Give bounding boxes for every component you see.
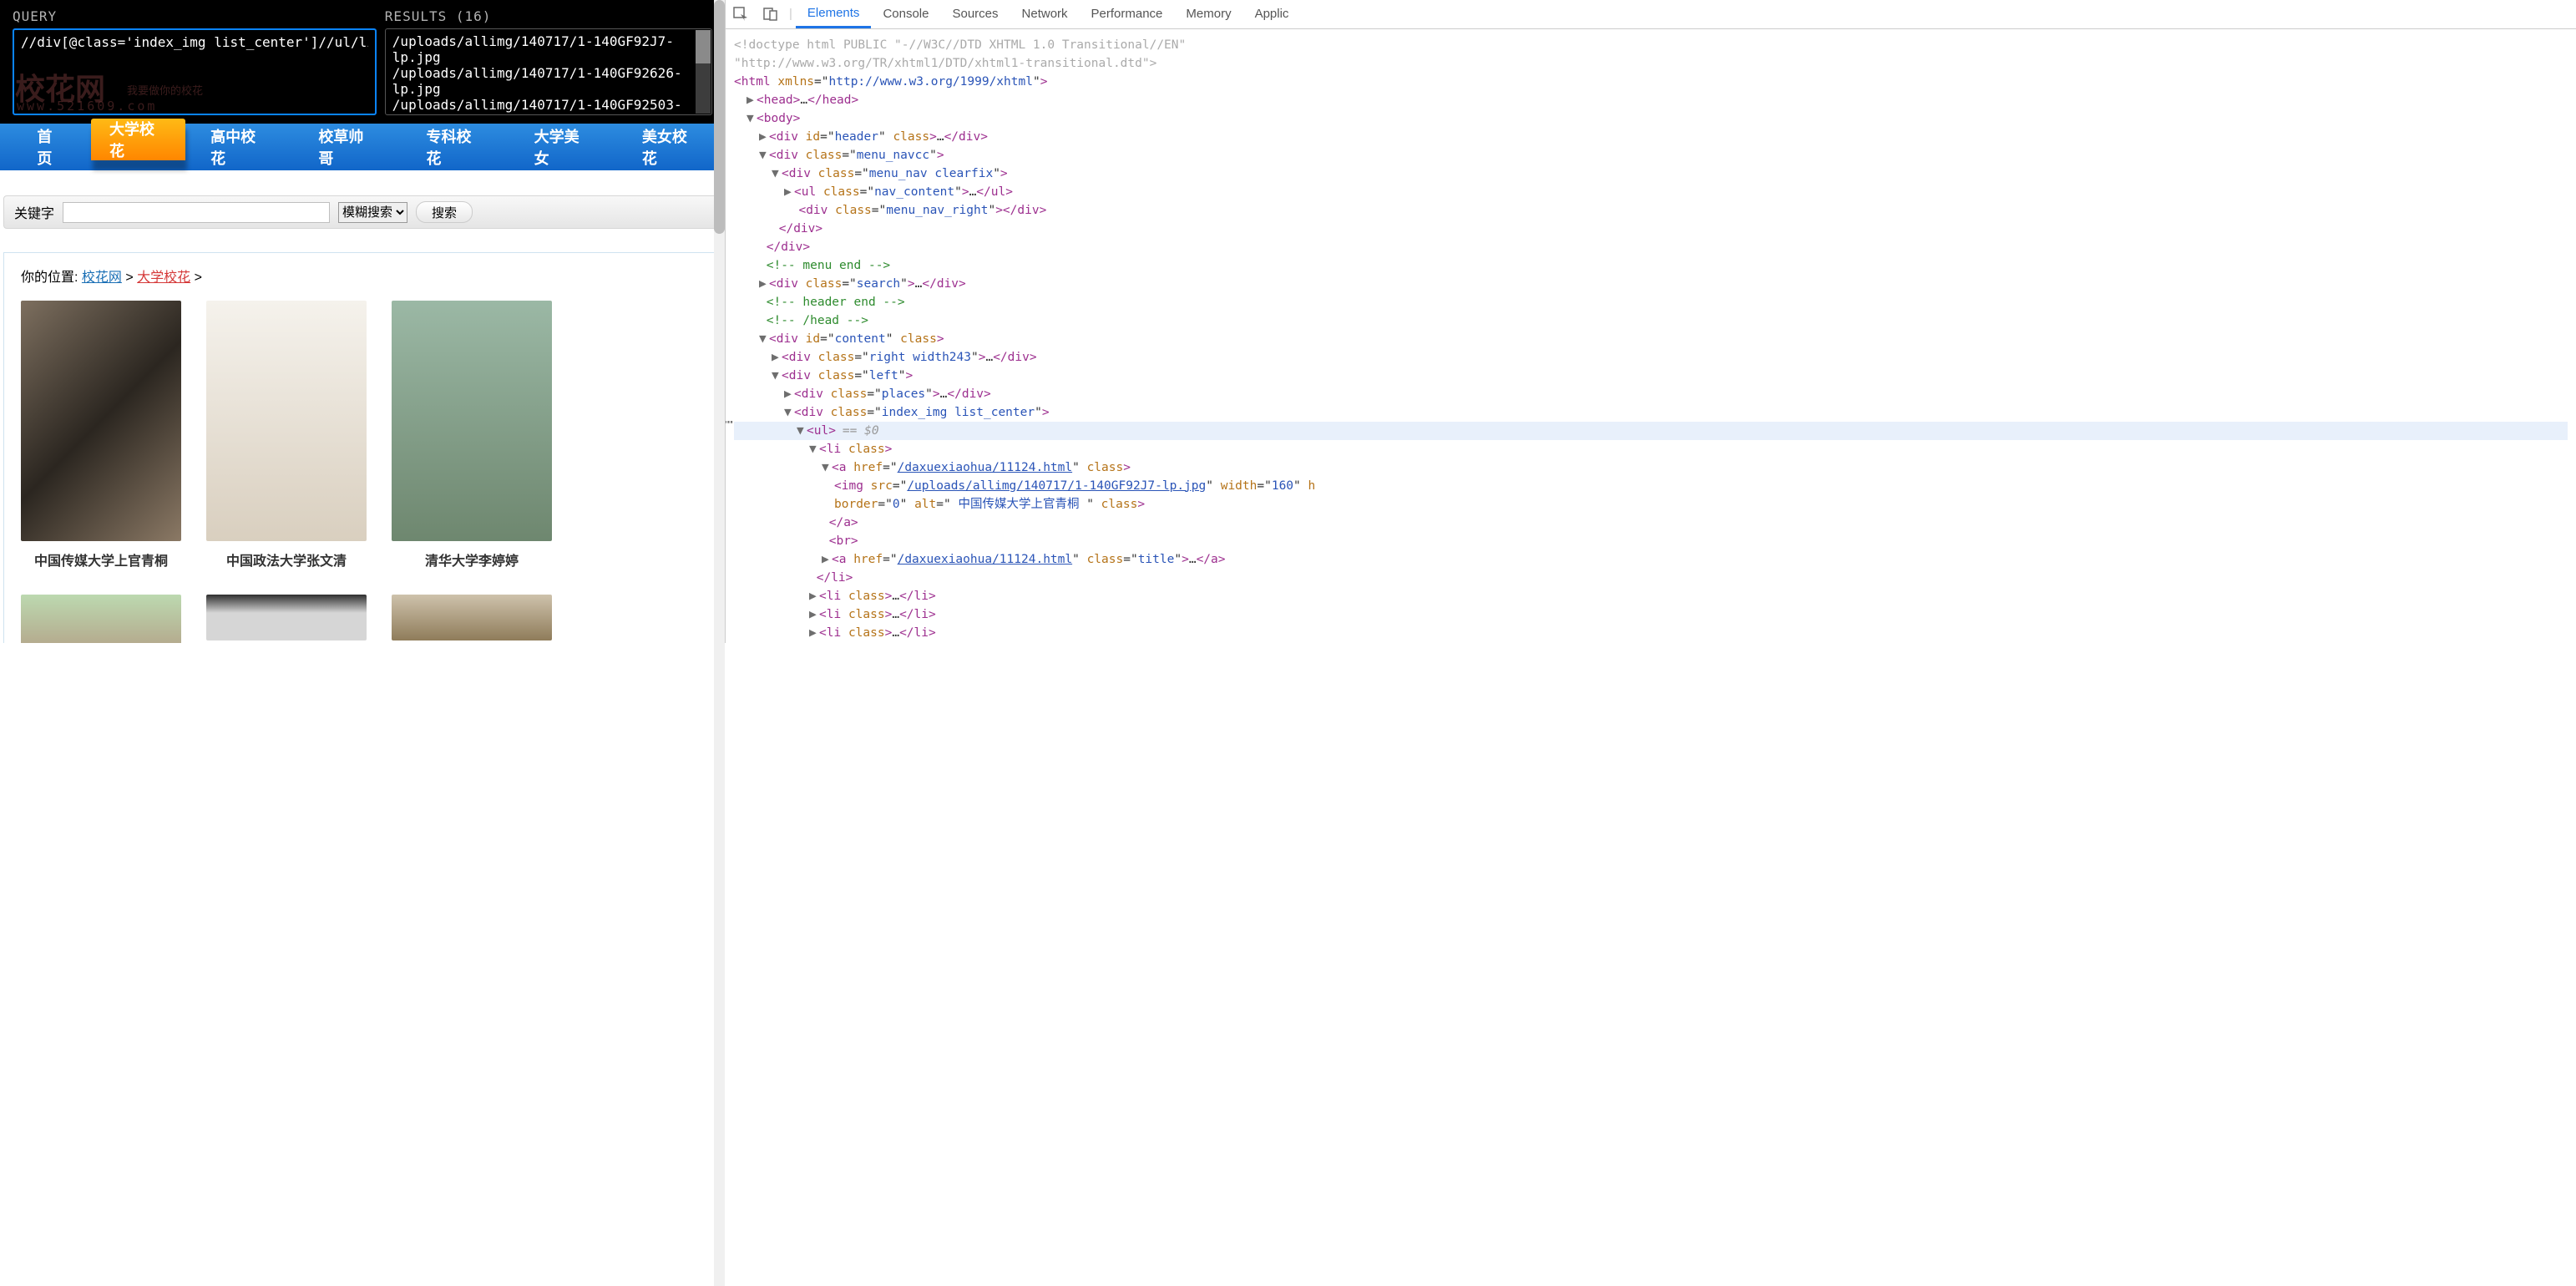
nav-item[interactable]: 美女校花 — [617, 124, 725, 170]
dom-node[interactable]: ▶<head>…</head> — [734, 91, 2568, 109]
thumb-caption[interactable]: 中国传媒大学上官青桐 — [21, 549, 181, 570]
keyword-label: 关键字 — [14, 202, 54, 222]
tab-memory[interactable]: Memory — [1174, 0, 1242, 28]
results-scrollbar[interactable] — [696, 30, 711, 114]
thumb-caption[interactable]: 中国政法大学张文清 — [206, 549, 367, 570]
xpath-bar: 校花网 我要做你的校花 www.521609.com QUERY RESULTS… — [0, 0, 725, 124]
breadcrumb-prefix: 你的位置: — [21, 271, 78, 285]
dom-node[interactable]: ▶<div class="right width243">…</div> — [734, 348, 2568, 367]
grid-item: 中国传媒大学上官青桐 — [21, 301, 181, 570]
dom-node[interactable]: </a> — [734, 514, 2568, 532]
query-label: QUERY — [13, 8, 377, 24]
tab-application[interactable]: Applic — [1243, 0, 1301, 28]
nav-item[interactable]: 高中校花 — [185, 124, 293, 170]
dom-node[interactable]: ▼<div id="content" class> — [734, 330, 2568, 348]
tab-sources[interactable]: Sources — [940, 0, 1010, 28]
search-mode-select[interactable]: 模糊搜索 — [338, 202, 407, 223]
dom-node[interactable]: ▶<li class>…</li> — [734, 624, 2568, 642]
dom-node[interactable]: ▼<a href="/daxuexiaohua/11124.html" clas… — [734, 458, 2568, 477]
breadcrumb: 你的位置: 校花网 > 大学校花 > — [21, 253, 704, 301]
query-input-wrap — [13, 28, 377, 115]
grid-item — [392, 595, 552, 643]
breadcrumb-cat[interactable]: 大学校花 — [137, 271, 190, 285]
dom-node[interactable]: </li> — [734, 569, 2568, 587]
tab-console[interactable]: Console — [871, 0, 940, 28]
inspect-icon[interactable] — [732, 6, 749, 23]
dom-node[interactable]: ▶<a href="/daxuexiaohua/11124.html" clas… — [734, 550, 2568, 569]
nav-item[interactable]: 大学美女 — [509, 124, 617, 170]
thumb-image[interactable] — [392, 301, 552, 541]
grid-item: 中国政法大学张文清 — [206, 301, 367, 570]
nav: 首页 大学校花 高中校花 校草帅哥 专科校花 大学美女 美女校花 — [0, 124, 725, 170]
result-line: /uploads/allimg/140717/1-140GF92626-lp.j… — [392, 65, 705, 97]
page-view: 校花网 我要做你的校花 www.521609.com QUERY RESULTS… — [0, 0, 725, 643]
nav-item[interactable]: 校草帅哥 — [293, 124, 401, 170]
html-tag[interactable]: <html xmlns="http://www.w3.org/1999/xhtm… — [734, 73, 2568, 91]
dom-node[interactable]: border="0" alt=" 中国传媒大学上官青桐 " class> — [734, 495, 2568, 514]
results-box: /uploads/allimg/140717/1-140GF92J7-lp.jp… — [385, 28, 712, 115]
grid-item: 清华大学李婷婷 — [392, 301, 552, 570]
query-input[interactable] — [21, 34, 368, 50]
dom-node[interactable]: ▼<div class="left"> — [734, 367, 2568, 385]
search-band: 关键字 模糊搜索 搜索 — [3, 195, 721, 229]
doctype-2: "http://www.w3.org/TR/xhtml1/DTD/xhtml1-… — [734, 54, 2568, 73]
dom-node[interactable]: ▶<li class>…</li> — [734, 587, 2568, 605]
grid-item — [206, 595, 367, 643]
dom-node[interactable]: ▶<li class>…</li> — [734, 642, 2568, 643]
breadcrumb-sep: > — [125, 271, 133, 285]
dom-node[interactable]: <div class="menu_nav_right"></div> — [734, 201, 2568, 220]
gutter-dots-icon[interactable]: ⋯ — [726, 413, 733, 432]
doctype-1: <!doctype html PUBLIC "-//W3C//DTD XHTML… — [734, 36, 2568, 54]
devtools-tabs: | Elements Console Sources Network Perfo… — [726, 0, 2576, 29]
content-box: 你的位置: 校花网 > 大学校花 > 中国传媒大学上官青桐 中国政法大学张文清 … — [3, 252, 721, 643]
search-button[interactable]: 搜索 — [416, 201, 473, 223]
thumb-image[interactable] — [392, 595, 552, 640]
result-line: /uploads/allimg/140717/1-140GF92J7-lp.jp… — [392, 33, 705, 65]
breadcrumb-suffix: > — [195, 271, 202, 285]
img-grid: 中国传媒大学上官青桐 中国政法大学张文清 清华大学李婷婷 浙江大学柴柳依 — [21, 301, 704, 643]
dom-node[interactable]: <img src="/uploads/allimg/140717/1-140GF… — [734, 477, 2568, 495]
dom-node[interactable]: ▼<body> — [734, 109, 2568, 128]
thumb-image[interactable] — [206, 595, 367, 640]
device-icon[interactable] — [762, 6, 779, 23]
result-line: /uploads/allimg/140717/1-140GF92503- — [392, 97, 705, 113]
dom-node[interactable]: ▶<ul class="nav_content">…</ul> — [734, 183, 2568, 201]
thumb-image[interactable] — [206, 301, 367, 541]
thumb-image[interactable] — [21, 595, 181, 643]
dom-node-selected[interactable]: ▼<ul>== $0 — [734, 422, 2568, 440]
devtools: | Elements Console Sources Network Perfo… — [725, 0, 2576, 643]
thumb-caption[interactable]: 清华大学李婷婷 — [392, 549, 552, 570]
dom-node[interactable]: ▶<div class="search">…</div> — [734, 275, 2568, 293]
dom-node[interactable]: ▼<div class="index_img list_center"> — [734, 403, 2568, 422]
nav-item-home[interactable]: 首页 — [12, 124, 91, 170]
dom-node[interactable]: ▶<div class="places">…</div> — [734, 385, 2568, 403]
tab-elements[interactable]: Elements — [796, 0, 872, 28]
dom-node[interactable]: </div> — [734, 238, 2568, 256]
keyword-input[interactable] — [63, 202, 330, 223]
dom-tree[interactable]: <!doctype html PUBLIC "-//W3C//DTD XHTML… — [726, 29, 2576, 643]
dom-node[interactable]: ▼<div class="menu_navcc"> — [734, 146, 2568, 165]
dom-node[interactable]: </div> — [734, 220, 2568, 238]
tab-network[interactable]: Network — [1010, 0, 1080, 28]
grid-item: 浙江大学柴柳依 — [21, 595, 181, 643]
tab-performance[interactable]: Performance — [1080, 0, 1175, 28]
thumb-image[interactable] — [21, 301, 181, 541]
dom-node[interactable]: ▼<div class="menu_nav clearfix"> — [734, 165, 2568, 183]
dom-node[interactable]: <!-- header end --> — [734, 293, 2568, 311]
dom-node[interactable]: <br> — [734, 532, 2568, 550]
dom-node[interactable]: ▶<li class>…</li> — [734, 605, 2568, 624]
page-scrollbar[interactable] — [714, 0, 725, 643]
dom-node[interactable]: ▶<div id="header" class>…</div> — [734, 128, 2568, 146]
dom-node[interactable]: <!-- /head --> — [734, 311, 2568, 330]
dom-node[interactable]: <!-- menu end --> — [734, 256, 2568, 275]
dom-node[interactable]: ▼<li class> — [734, 440, 2568, 458]
breadcrumb-site[interactable]: 校花网 — [82, 271, 122, 285]
nav-item[interactable]: 专科校花 — [402, 124, 509, 170]
nav-item-sel[interactable]: 大学校花 — [91, 119, 185, 160]
results-label: RESULTS (16) — [385, 8, 712, 24]
